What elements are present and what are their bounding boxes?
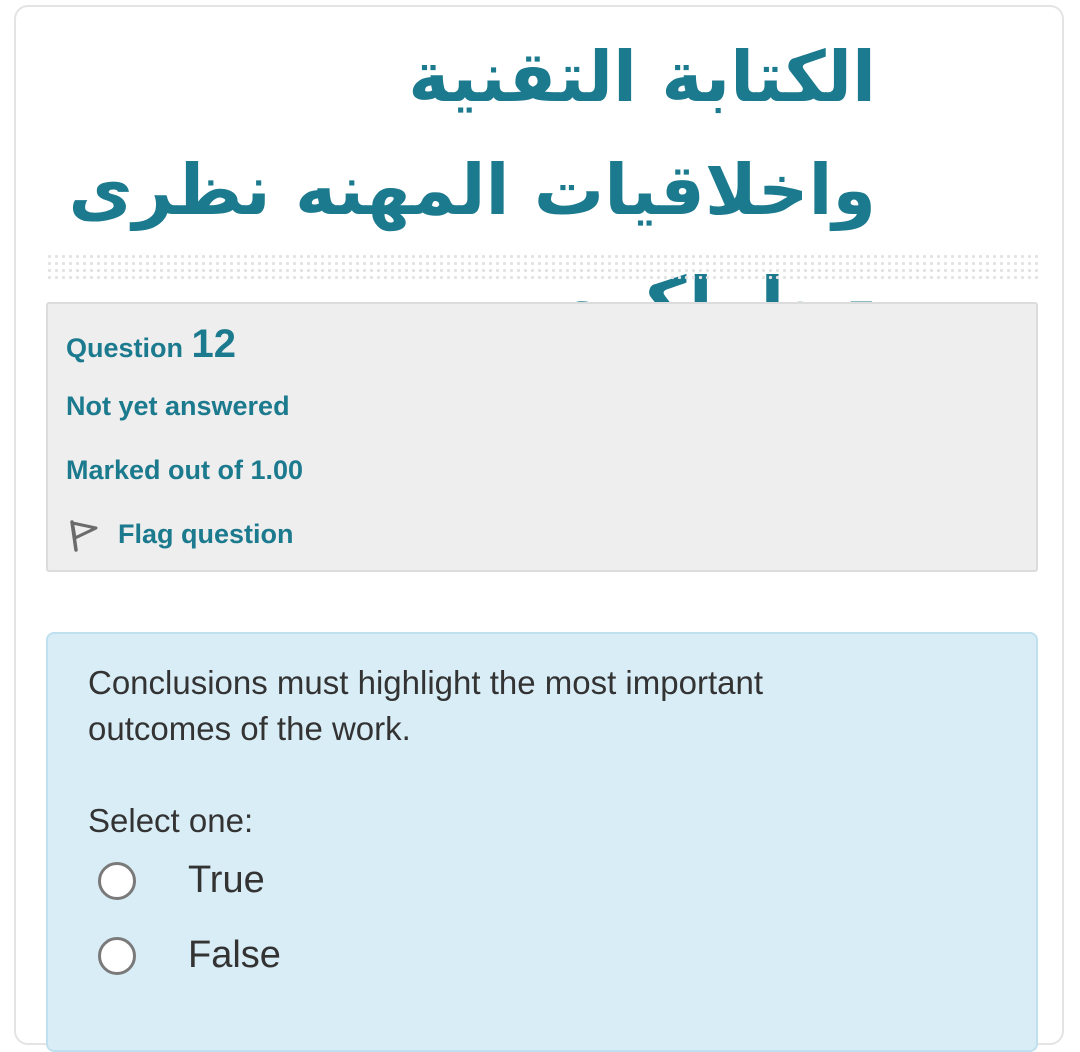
question-text: Conclusions must highlight the most impo… bbox=[88, 664, 763, 747]
question-info-panel: Question 12 Not yet answered Marked out … bbox=[46, 302, 1038, 572]
answer-option-false[interactable]: False bbox=[98, 934, 281, 977]
question-number-row: Question 12 bbox=[66, 322, 236, 367]
page-card: الكتابة التقنية واخلاقيات المهنه نظرى - … bbox=[14, 5, 1064, 1052]
question-status: Not yet answered bbox=[66, 391, 290, 421]
question-content-panel: Conclusions must highlight the most impo… bbox=[46, 632, 1038, 1052]
answer-label-true: True bbox=[188, 859, 265, 901]
answer-option-true[interactable]: True bbox=[98, 859, 265, 902]
flag-question-label: Flag question bbox=[118, 518, 294, 549]
select-one-prompt: Select one: bbox=[88, 802, 254, 839]
question-label: Question bbox=[66, 333, 184, 363]
question-marks: Marked out of 1.00 bbox=[66, 455, 304, 485]
dotted-divider bbox=[46, 253, 1038, 281]
flag-question-button[interactable]: Flag question bbox=[66, 514, 294, 554]
question-number: 12 bbox=[191, 322, 236, 366]
radio-false[interactable] bbox=[98, 936, 136, 975]
answer-label-false: False bbox=[188, 934, 281, 976]
radio-true[interactable] bbox=[98, 861, 136, 900]
flag-icon bbox=[66, 514, 106, 554]
